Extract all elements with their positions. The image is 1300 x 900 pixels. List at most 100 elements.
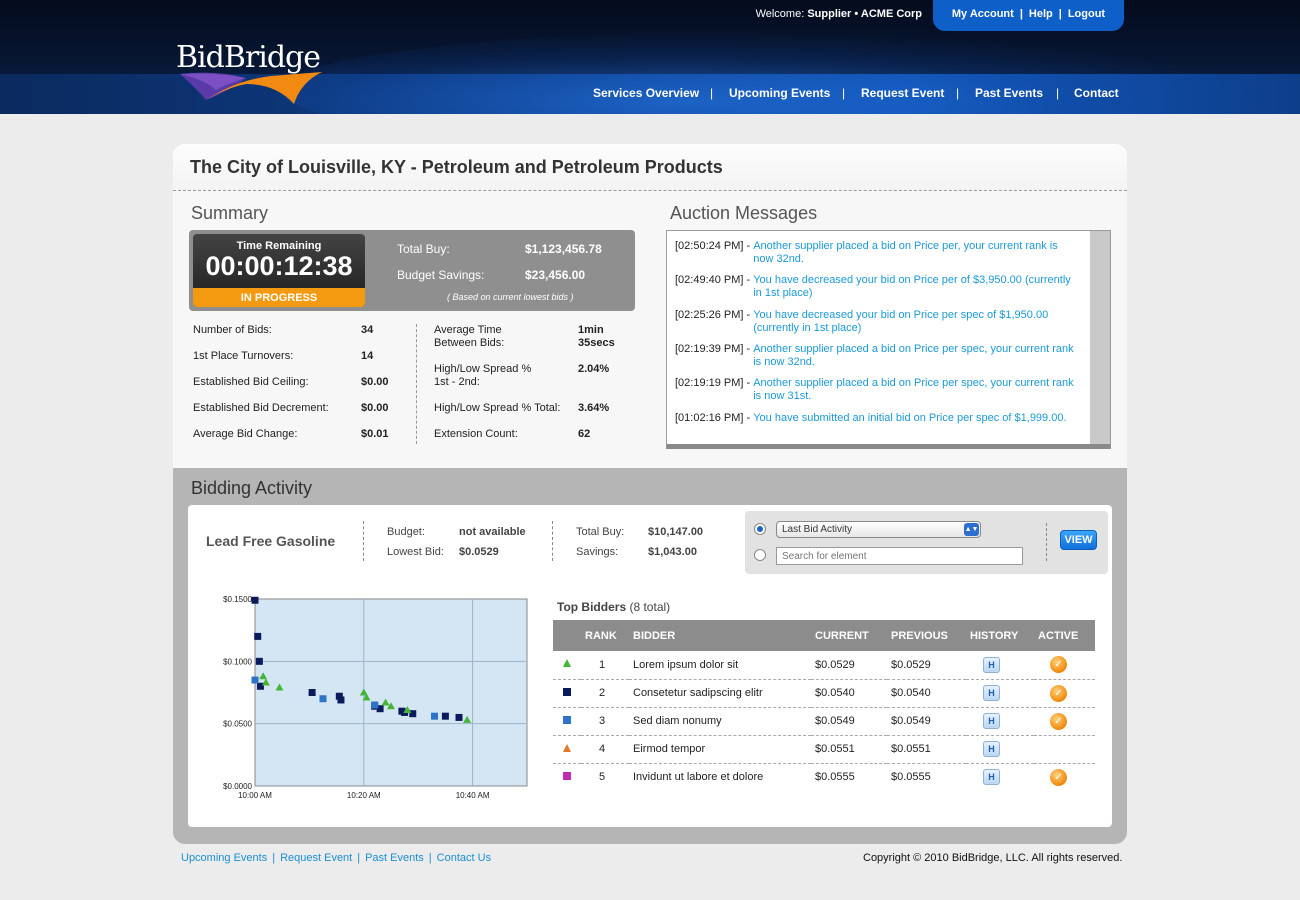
summary-box: Time Remaining 00:00:12:38 IN PROGRESS T… (189, 230, 635, 311)
bid-activity-chart: $0.0000$0.0500$0.1000$0.1500 10:00 AM 10:… (223, 595, 528, 800)
active-cell: ✓ (1034, 651, 1095, 680)
message-item: [02:49:40 PM] - You have decreased your b… (675, 274, 1075, 300)
table-row[interactable]: 2 Consetetur sadipscing elitr $0.0540 $0.05… (553, 679, 1095, 708)
table-header-row: RANK BIDDER CURRENT PREVIOUS HISTORY ACT… (553, 620, 1095, 651)
column-header-active[interactable]: ACTIVE (1034, 620, 1095, 651)
copyright: Copyright © 2010 BidBridge, LLC. All rig… (863, 852, 1123, 864)
message-time: [02:25:26 PM] - (675, 309, 751, 321)
nav-contact[interactable]: Contact (1074, 86, 1119, 100)
active-check-icon: ✓ (1050, 712, 1067, 730)
column-header-current[interactable]: CURRENT (811, 620, 887, 651)
data-point-square[interactable] (254, 632, 262, 640)
stat-label: Average Time Between Bids: (434, 324, 505, 349)
column-header-history[interactable]: HISTORY (966, 620, 1034, 651)
nav-separator: | (956, 86, 960, 100)
nav-services-overview[interactable]: Services Overview (593, 86, 699, 100)
nav-separator: | (842, 86, 846, 100)
welcome-prefix: Welcome: (755, 8, 805, 20)
history-cell: H (966, 707, 1034, 736)
nav-separator: | (1056, 86, 1060, 100)
stat-label: High/Low Spread % 1st - 2nd: (434, 363, 532, 388)
auction-messages-list[interactable]: [02:50:24 PM] - Another supplier placed a… (666, 230, 1111, 449)
messages-scrollbar[interactable] (1090, 231, 1110, 444)
message-time: [02:19:39 PM] - (675, 343, 751, 355)
active-check-icon: ✓ (1050, 684, 1067, 702)
active-cell: ✓ (1034, 707, 1095, 736)
nav-upcoming-events[interactable]: Upcoming Events (729, 86, 830, 100)
footer-link-upcoming-events[interactable]: Upcoming Events (181, 852, 267, 864)
message-item: [02:19:39 PM] - Another supplier placed a… (675, 343, 1075, 369)
nav-request-event[interactable]: Request Event (861, 86, 944, 100)
history-cell: H (966, 763, 1034, 791)
column-header-bidder[interactable]: BIDDER (629, 620, 811, 651)
data-point-square[interactable] (337, 696, 345, 704)
triangle-marker-icon (563, 743, 571, 752)
stat-label: High/Low Spread % Total: (434, 402, 561, 414)
data-point-square[interactable] (319, 695, 327, 703)
data-point-square[interactable] (371, 701, 379, 709)
message-item: [02:50:24 PM] - Another supplier placed a… (675, 240, 1075, 266)
data-point-square[interactable] (251, 676, 259, 684)
view-button[interactable]: VIEW (1060, 530, 1097, 550)
y-tick-label: $0.0500 (223, 720, 252, 729)
message-item: [02:19:19 PM] - Another supplier placed a… (675, 377, 1075, 403)
filter-radio-select[interactable] (754, 523, 766, 535)
logo-swoosh-icon (180, 72, 322, 104)
table-row[interactable]: 5 Invidunt ut labore et dolore $0.0555 $0.0… (553, 763, 1095, 791)
data-point-square[interactable] (441, 712, 449, 720)
message-item: [02:25:26 PM] - You have decreased your b… (675, 309, 1075, 335)
table-row[interactable]: 3 Sed diam nonumy $0.0549 $0.0549 H ✓ (553, 707, 1095, 736)
column-header-previous[interactable]: PREVIOUS (887, 620, 966, 651)
history-cell: H (966, 735, 1034, 764)
bidder-current: $0.0529 (811, 651, 887, 680)
welcome-text: Welcome: Supplier • ACME Corp (756, 8, 922, 20)
activity-select[interactable]: Last Bid Activity ▲▼ (776, 521, 981, 538)
stats-divider (416, 324, 417, 444)
table-row[interactable]: 1 Lorem ipsum dolor sit $0.0529 $0.0529 H ✓ (553, 651, 1095, 680)
divider (363, 521, 364, 561)
active-check-icon: ✓ (1050, 656, 1067, 674)
square-marker-icon (563, 687, 571, 696)
footer-link-contact-us[interactable]: Contact Us (437, 852, 491, 864)
column-header-rank[interactable]: RANK (581, 620, 629, 651)
table-row[interactable]: 4 Eirmod tempor $0.0551 $0.0551 H (553, 735, 1095, 764)
data-point-square[interactable] (455, 713, 463, 721)
stat-value: 2.04% (578, 363, 610, 375)
bidder-current: $0.0540 (811, 679, 887, 708)
bidder-rank: 1 (581, 651, 629, 680)
search-input[interactable] (776, 547, 1023, 565)
triangle-marker-icon (563, 659, 571, 668)
data-point-square[interactable] (308, 689, 316, 696)
filter-radio-search[interactable] (754, 549, 766, 561)
summary-heading: Summary (191, 203, 269, 223)
footer-link-past-events[interactable]: Past Events (365, 852, 424, 864)
nav-past-events[interactable]: Past Events (975, 86, 1043, 100)
message-time: [01:02:16 PM] - (675, 412, 751, 424)
history-button[interactable]: H (983, 741, 1000, 757)
my-account-link[interactable]: My Account (952, 8, 1014, 20)
data-point-square[interactable] (431, 712, 439, 720)
bidding-activity-section: Bidding Activity Lead Free Gasoline Budg… (173, 468, 1127, 844)
logout-link[interactable]: Logout (1068, 8, 1105, 20)
status-badge: IN PROGRESS (193, 288, 365, 307)
savings-label: Savings: (576, 546, 619, 558)
history-button[interactable]: H (983, 656, 1000, 673)
help-link[interactable]: Help (1029, 8, 1053, 20)
bidbridge-logo[interactable]: BidBridge (176, 40, 326, 106)
lowest-bid-value: $0.0529 (459, 546, 499, 558)
top-bidders-count: (8 total) (629, 600, 671, 614)
active-cell: ✓ (1034, 679, 1095, 708)
message-time: [02:19:19 PM] - (675, 377, 751, 389)
separator: | (1058, 8, 1062, 20)
footer-link-request-event[interactable]: Request Event (280, 852, 352, 864)
message-text: Another supplier placed a bid on Price p… (753, 240, 1058, 265)
stat-value: 62 (578, 428, 591, 440)
bidder-marker (553, 679, 581, 708)
data-point-square[interactable] (255, 657, 263, 665)
bidder-current: $0.0555 (815, 771, 855, 784)
data-point-square[interactable] (251, 596, 259, 604)
stat-label: Extension Count: (434, 428, 518, 440)
history-button[interactable]: H (983, 769, 1000, 786)
history-button[interactable]: H (983, 685, 1000, 701)
history-button[interactable]: H (983, 713, 1000, 729)
